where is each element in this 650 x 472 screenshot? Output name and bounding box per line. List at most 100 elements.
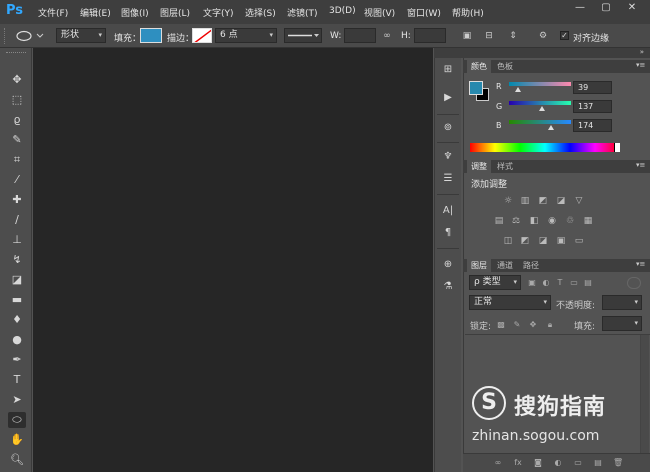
history-brush-tool-icon[interactable]: ↯ (8, 252, 26, 268)
layer-filter-dropdown[interactable]: ρ 类型 ▾ (469, 275, 521, 290)
history-icon[interactable]: ⊞ (440, 63, 456, 77)
close-icon[interactable]: ✕ (620, 1, 644, 15)
invert-icon[interactable]: ◫ (502, 236, 514, 246)
white-black-swatch[interactable] (614, 143, 620, 152)
layers-scrollbar[interactable] (640, 335, 649, 453)
selective-color-icon[interactable]: ▣ (555, 236, 567, 246)
blue-value-field[interactable]: 174 (573, 119, 612, 132)
width-field[interactable] (344, 28, 376, 43)
blue-slider-thumb[interactable] (548, 125, 555, 130)
tab-paths[interactable]: 路径 (519, 259, 543, 272)
photo-filter-icon[interactable]: ◉ (546, 216, 558, 226)
exposure-icon[interactable]: ◪ (555, 196, 567, 206)
shape-mode-dropdown[interactable]: 形状 ▾ (56, 28, 106, 43)
new-group-icon[interactable]: ▭ (573, 458, 583, 468)
blend-mode-dropdown[interactable]: 正常 ▾ (469, 295, 551, 310)
filter-pixel-icon[interactable]: ▣ (527, 278, 537, 288)
actions-icon[interactable]: ▶ (440, 91, 456, 105)
filter-toggle[interactable] (627, 277, 641, 289)
path-operations-icon[interactable]: ▣ (460, 30, 474, 42)
brightness-icon[interactable]: ☼ (502, 196, 514, 206)
levels-icon[interactable]: ▥ (519, 196, 531, 206)
stroke-type-dropdown[interactable] (284, 28, 322, 43)
minimize-icon[interactable]: — (568, 1, 592, 15)
hue-saturation-icon[interactable]: ▤ (493, 216, 505, 226)
layer-style-icon[interactable]: fx (513, 458, 523, 468)
color-lookup-icon[interactable]: ▦ (582, 216, 594, 226)
info-icon[interactable]: ⊚ (440, 121, 456, 135)
zoom-tool-icon[interactable]: 🔍︎ (8, 452, 26, 468)
move-tool-icon[interactable]: ✥ (8, 72, 26, 88)
lock-transparency-icon[interactable]: ▩ (496, 320, 506, 330)
tool-preset-picker[interactable] (12, 29, 48, 43)
posterize-icon[interactable]: ◩ (519, 236, 531, 246)
color-spectrum-bar[interactable] (470, 143, 620, 152)
green-slider-track[interactable] (509, 101, 571, 105)
menu-image[interactable]: 图像(I) (121, 6, 149, 19)
brush-settings-icon[interactable]: ☰ (440, 172, 456, 186)
gradient-tool-icon[interactable]: ▬ (8, 292, 26, 308)
new-adjustment-layer-icon[interactable]: ◐ (553, 458, 563, 468)
paragraph-icon[interactable]: ¶ (440, 226, 456, 240)
filter-type-icon[interactable]: T (555, 278, 565, 288)
vibrance-icon[interactable]: ▽ (573, 196, 585, 206)
pen-tool-icon[interactable]: ✒ (8, 352, 26, 368)
tool-presets-icon[interactable]: ⚗ (440, 280, 456, 294)
link-layers-icon[interactable]: ∞ (493, 458, 503, 468)
gradient-map-icon[interactable]: ▭ (573, 236, 585, 246)
tab-adjustments[interactable]: 调整 (467, 160, 491, 173)
red-value-field[interactable]: 39 (573, 81, 612, 94)
channel-mixer-icon[interactable]: ♲ (564, 216, 576, 226)
ellipse-tool-icon[interactable]: ⬭ (8, 412, 26, 428)
lock-all-icon[interactable]: 🔒︎ (545, 320, 555, 330)
menu-select[interactable]: 选择(S) (245, 6, 276, 19)
healing-brush-tool-icon[interactable]: ✚ (8, 192, 26, 208)
menu-window[interactable]: 窗口(W) (407, 6, 441, 19)
tab-layers[interactable]: 图层 (467, 259, 491, 272)
clone-source-icon[interactable]: ⊕ (440, 258, 456, 272)
stroke-swatch[interactable] (192, 28, 212, 43)
path-arrangement-icon[interactable]: ⇕ (506, 30, 520, 42)
marquee-tool-icon[interactable]: ⬚ (8, 92, 26, 108)
layer-mask-icon[interactable]: ◙ (533, 458, 543, 468)
height-field[interactable] (414, 28, 446, 43)
tab-color[interactable]: 颜色 (467, 60, 491, 73)
blue-slider-track[interactable] (509, 120, 571, 124)
menu-filter[interactable]: 滤镜(T) (287, 6, 318, 19)
link-icon[interactable]: ∞ (380, 30, 394, 42)
path-selection-tool-icon[interactable]: ➤ (8, 392, 26, 408)
threshold-icon[interactable]: ◪ (537, 236, 549, 246)
filter-smart-object-icon[interactable]: ▤ (583, 278, 593, 288)
green-value-field[interactable]: 137 (573, 100, 612, 113)
fill-swatch[interactable] (140, 28, 162, 43)
tab-styles[interactable]: 样式 (493, 160, 517, 173)
opacity-field[interactable]: ▾ (602, 295, 642, 310)
green-slider-thumb[interactable] (539, 106, 546, 111)
color-balance-icon[interactable]: ⚖ (510, 216, 522, 226)
menu-3d[interactable]: 3D(D) (329, 6, 356, 16)
eraser-tool-icon[interactable]: ◪ (8, 272, 26, 288)
lock-image-icon[interactable]: ✎ (512, 320, 522, 330)
foreground-color-swatch[interactable] (469, 81, 483, 95)
type-tool-icon[interactable]: T (8, 372, 26, 388)
filter-adjustment-icon[interactable]: ◐ (541, 278, 551, 288)
hand-tool-icon[interactable]: ✋ (8, 432, 26, 448)
curves-icon[interactable]: ◩ (537, 196, 549, 206)
panel-menu-icon[interactable]: ▾≡ (636, 61, 645, 69)
menu-type[interactable]: 文字(Y) (203, 6, 234, 19)
menu-help[interactable]: 帮助(H) (452, 6, 484, 19)
maximize-icon[interactable]: ▢ (594, 1, 618, 15)
crop-tool-icon[interactable]: ⌗ (8, 152, 26, 168)
black-white-icon[interactable]: ◧ (528, 216, 540, 226)
menu-edit[interactable]: 编辑(E) (80, 6, 111, 19)
tab-swatches[interactable]: 色板 (493, 60, 517, 73)
path-alignment-icon[interactable]: ⊟ (482, 30, 496, 42)
canvas-area[interactable] (33, 48, 433, 472)
menu-file[interactable]: 文件(F) (38, 6, 68, 19)
fill-field[interactable]: ▾ (602, 316, 642, 331)
panel-menu-icon[interactable]: ▾≡ (636, 260, 645, 268)
lock-position-icon[interactable]: ✥ (528, 320, 538, 330)
brush-presets-icon[interactable]: ♆ (440, 150, 456, 164)
align-edges-checkbox[interactable]: ✓ (560, 31, 569, 40)
panel-menu-icon[interactable]: ▾≡ (636, 161, 645, 169)
